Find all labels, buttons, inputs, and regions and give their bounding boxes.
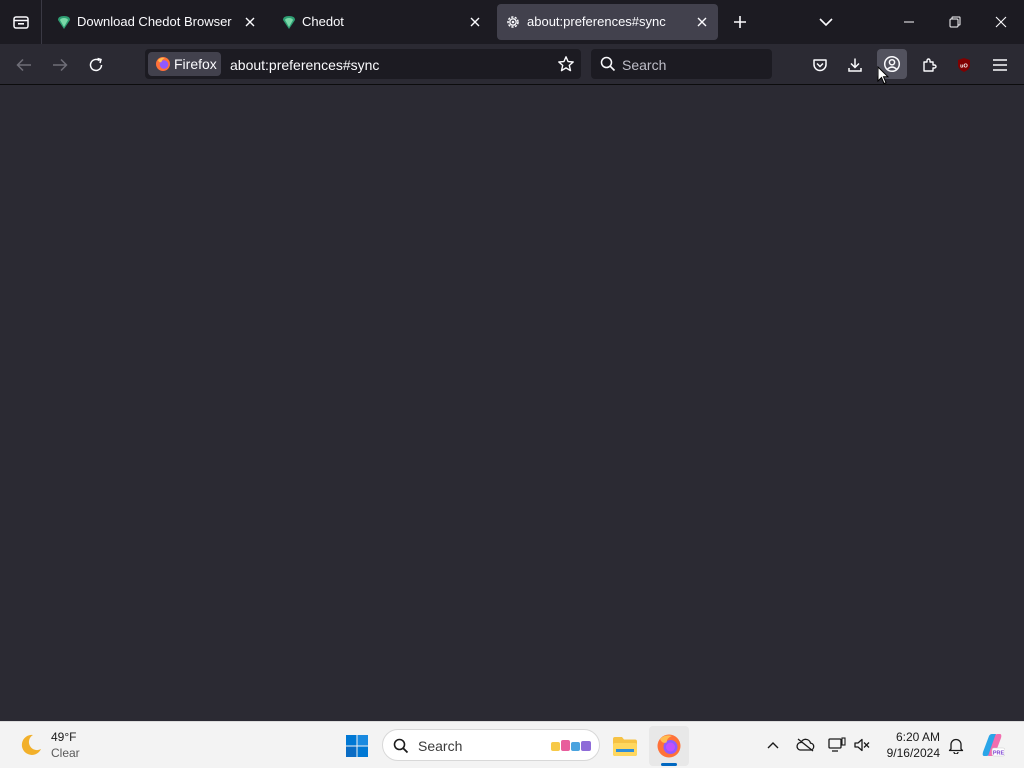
tab-overview-icon xyxy=(12,16,29,29)
search-icon xyxy=(393,738,409,754)
forward-arrow-icon xyxy=(53,58,68,72)
tab-title: about:preferences#sync xyxy=(527,14,666,29)
mouse-cursor-icon xyxy=(877,66,889,85)
new-tab-button[interactable] xyxy=(728,10,752,34)
minimize-icon xyxy=(904,21,914,23)
tab-close-button[interactable] xyxy=(465,12,485,32)
onedrive-tray-button[interactable] xyxy=(794,734,816,756)
weather-temperature[interactable]: 49°F xyxy=(51,730,76,744)
tab-close-button[interactable] xyxy=(692,12,712,32)
close-window-button[interactable] xyxy=(978,0,1024,44)
page-content xyxy=(0,85,1024,721)
search-icon xyxy=(600,56,616,72)
chevron-down-icon xyxy=(819,18,833,27)
clock-time[interactable]: 6:20 AM xyxy=(896,730,940,744)
volume-tray-button[interactable] xyxy=(851,734,873,756)
download-icon xyxy=(848,58,862,72)
gear-icon xyxy=(507,16,519,28)
plus-icon xyxy=(734,16,746,28)
taskbar-search-placeholder: Search xyxy=(418,738,463,754)
back-button[interactable] xyxy=(11,52,37,78)
url-text[interactable]: about:preferences#sync xyxy=(230,57,379,73)
taskbar-search[interactable]: Search xyxy=(382,729,600,761)
restore-button[interactable] xyxy=(932,0,978,44)
downloads-button[interactable] xyxy=(842,52,868,78)
ublock-icon: uO xyxy=(958,58,970,72)
tab-chedot[interactable]: Chedot xyxy=(273,4,491,40)
firefox-icon xyxy=(156,57,170,71)
bookmark-star-button[interactable] xyxy=(553,51,579,77)
clock-date[interactable]: 9/16/2024 xyxy=(887,746,940,760)
chevron-up-icon xyxy=(767,742,779,749)
tab-preferences-sync[interactable]: about:preferences#sync xyxy=(497,4,718,40)
tab-overview-button[interactable] xyxy=(0,0,42,44)
tab-close-button[interactable] xyxy=(240,12,260,32)
firefox-taskbar-icon xyxy=(657,734,681,758)
chedot-favicon xyxy=(58,16,70,29)
svg-text:PRE: PRE xyxy=(993,750,1005,756)
network-icon xyxy=(828,737,846,752)
weather-widget[interactable] xyxy=(16,730,46,760)
close-icon xyxy=(697,17,707,27)
active-app-indicator xyxy=(661,763,677,766)
forward-button[interactable] xyxy=(47,52,73,78)
chedot-favicon xyxy=(283,16,295,29)
volume-icon xyxy=(854,738,870,752)
minimize-button[interactable] xyxy=(886,0,932,44)
close-icon xyxy=(245,17,255,27)
network-tray-button[interactable] xyxy=(826,734,848,756)
identity-label: Firefox xyxy=(174,56,217,72)
firefox-taskbar-button[interactable] xyxy=(652,729,686,763)
windows-taskbar: 49°F Clear Search 6:20 AM 9/16/2024 PRE xyxy=(0,721,1024,768)
weather-description[interactable]: Clear xyxy=(51,746,80,760)
url-bar[interactable]: Firefox about:preferences#sync xyxy=(145,49,581,79)
extensions-button[interactable] xyxy=(916,52,942,78)
reload-button[interactable] xyxy=(83,52,109,78)
close-icon xyxy=(995,16,1007,28)
back-arrow-icon xyxy=(16,58,31,72)
hamburger-menu-icon xyxy=(993,59,1007,71)
search-bar[interactable]: Search xyxy=(591,49,772,79)
identity-box[interactable]: Firefox xyxy=(148,52,221,76)
copilot-icon: PRE xyxy=(982,734,1005,756)
tab-download-chedot[interactable]: Download Chedot Browser xyxy=(48,4,266,40)
search-highlight-icon xyxy=(551,740,591,751)
file-explorer-icon xyxy=(613,737,637,756)
pocket-button[interactable] xyxy=(807,52,833,78)
file-explorer-button[interactable] xyxy=(606,727,644,765)
pocket-icon xyxy=(813,59,827,72)
notifications-button[interactable] xyxy=(945,734,967,756)
menu-button[interactable] xyxy=(987,52,1013,78)
navigation-toolbar: Firefox about:preferences#sync Search uO xyxy=(0,44,1024,85)
moon-icon xyxy=(21,734,41,755)
show-hidden-icons-button[interactable] xyxy=(762,734,784,756)
ublock-button[interactable]: uO xyxy=(951,52,977,78)
tab-title: Chedot xyxy=(302,14,344,29)
windows-start-icon xyxy=(346,735,368,757)
star-icon xyxy=(558,56,574,72)
onedrive-icon xyxy=(796,738,815,752)
close-icon xyxy=(470,17,480,27)
svg-text:uO: uO xyxy=(960,64,968,70)
extensions-icon xyxy=(923,58,937,72)
tab-strip: Download Chedot Browser Chedot about:pre… xyxy=(0,0,1024,44)
start-button[interactable] xyxy=(340,729,374,763)
list-all-tabs-button[interactable] xyxy=(814,10,838,34)
search-placeholder: Search xyxy=(622,57,667,73)
bell-icon xyxy=(948,738,964,754)
restore-icon xyxy=(949,16,961,28)
tab-title: Download Chedot Browser xyxy=(77,14,232,29)
copilot-button[interactable]: PRE xyxy=(977,730,1007,760)
reload-icon xyxy=(89,57,103,72)
